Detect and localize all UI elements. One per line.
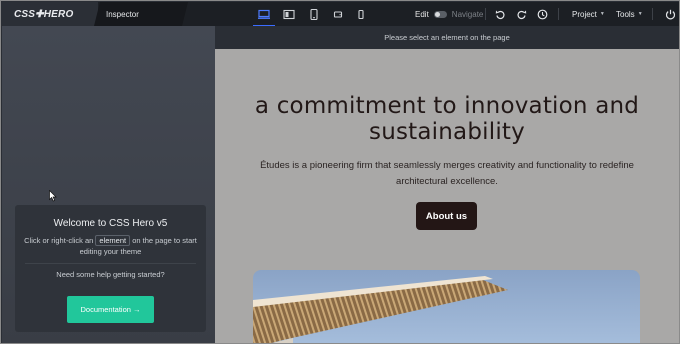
redo-button[interactable]	[514, 7, 528, 21]
edit-label: Edit	[415, 9, 429, 19]
hero-title[interactable]: a commitment to innovation and sustainab…	[215, 93, 679, 145]
divider	[558, 8, 559, 20]
welcome-card: Welcome to CSS Hero v5 Click or right-cl…	[15, 205, 206, 332]
chevron-down-icon: ▼	[599, 11, 605, 17]
tablet-icon	[310, 8, 318, 20]
edit-navigate-switch[interactable]: Edit Navigate	[415, 2, 483, 26]
canvas-hint-bar: Please select an element on the page	[215, 26, 679, 49]
tab-inspector[interactable]: Inspector	[94, 2, 188, 26]
device-tablet-landscape-button[interactable]	[329, 7, 347, 21]
welcome-desc-before: Click or right-click an	[24, 236, 94, 245]
divider	[485, 8, 486, 20]
inspector-panel: Welcome to CSS Hero v5 Click or right-cl…	[2, 26, 215, 343]
divider	[652, 8, 653, 20]
redo-icon	[516, 10, 526, 19]
project-menu[interactable]: Project ▼	[572, 2, 605, 26]
css-hero-window: CSS✚HERO Inspector Edit Navigate Project…	[0, 0, 680, 344]
css-hero-logo: CSS✚HERO	[2, 2, 98, 26]
clock-icon	[537, 9, 547, 19]
device-desktop-wide-button[interactable]	[253, 7, 275, 27]
hero-subtitle[interactable]: Études is a pioneering firm that seamles…	[245, 158, 649, 190]
history-button[interactable]	[535, 7, 549, 21]
canvas-hint: Please select an element on the page	[384, 33, 510, 42]
navigate-label: Navigate	[451, 9, 484, 19]
divider	[25, 263, 196, 264]
device-desktop-button[interactable]	[280, 7, 298, 21]
project-menu-label: Project	[572, 9, 597, 19]
about-us-button[interactable]: About us	[416, 202, 477, 230]
power-icon	[665, 9, 675, 19]
tablet-landscape-icon	[333, 10, 343, 18]
power-button[interactable]	[663, 7, 677, 21]
building-photo	[253, 276, 508, 343]
mobile-icon	[358, 9, 364, 19]
page-preview[interactable]: a commitment to innovation and sustainab…	[215, 49, 679, 343]
documentation-button[interactable]: Documentation →	[67, 296, 154, 323]
undo-button[interactable]	[493, 7, 507, 21]
mouse-cursor-icon	[49, 190, 57, 202]
tools-menu-label: Tools	[616, 9, 635, 19]
device-mobile-button[interactable]	[352, 7, 370, 21]
tab-inspector-label: Inspector	[106, 9, 139, 19]
edit-navigate-toggle[interactable]	[433, 10, 447, 18]
help-text: Need some help getting started?	[56, 270, 165, 279]
desktop-icon	[283, 9, 295, 19]
undo-icon	[495, 10, 505, 19]
welcome-title: Welcome to CSS Hero v5	[53, 218, 168, 229]
tools-menu[interactable]: Tools ▼	[616, 2, 643, 26]
desktop-wide-icon	[258, 9, 270, 19]
welcome-description: Click or right-click an element on the p…	[15, 235, 206, 257]
chevron-down-icon: ▼	[637, 11, 643, 17]
element-chip: element	[95, 235, 131, 246]
hero-image[interactable]	[253, 270, 640, 343]
device-tablet-button[interactable]	[305, 7, 323, 21]
top-toolbar: CSS✚HERO Inspector Edit Navigate Project…	[2, 2, 679, 27]
